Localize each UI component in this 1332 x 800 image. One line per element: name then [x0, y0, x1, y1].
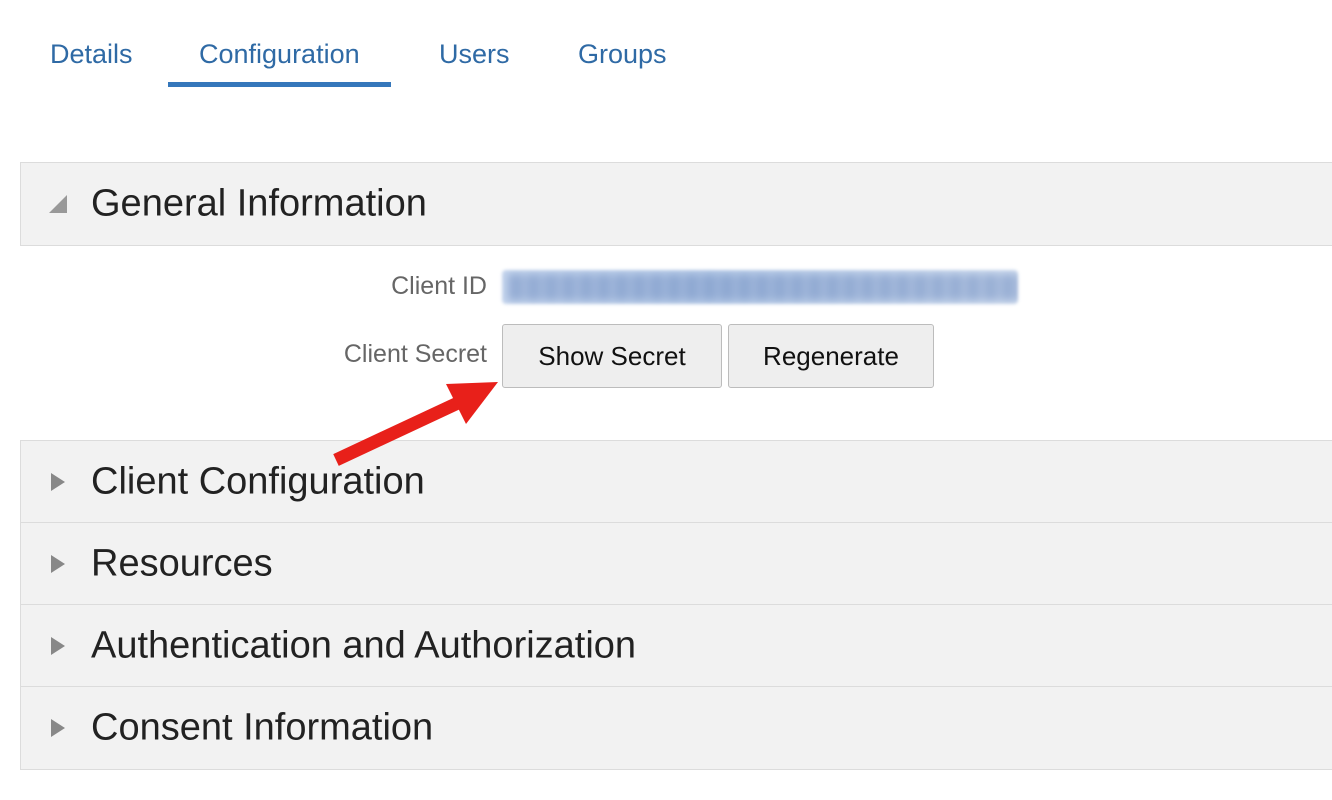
tab-configuration[interactable]: Configuration	[168, 36, 391, 90]
caret-right-icon[interactable]	[47, 715, 67, 741]
section-title: Client Configuration	[91, 460, 425, 503]
application-configuration-page: Details Configuration Users Groups Gener…	[0, 0, 1332, 800]
regenerate-button[interactable]: Regenerate	[728, 324, 934, 388]
caret-right-icon[interactable]	[47, 469, 67, 495]
section-title: Resources	[91, 542, 273, 585]
section-client-configuration[interactable]: Client Configuration	[20, 440, 1332, 524]
section-general-information[interactable]: General Information	[20, 162, 1332, 246]
section-title: Consent Information	[91, 706, 434, 749]
tab-details[interactable]: Details	[50, 36, 133, 90]
tab-users[interactable]: Users	[439, 36, 510, 90]
section-title: General Information	[91, 182, 427, 225]
tab-bar: Details Configuration Users Groups	[0, 0, 1332, 92]
section-title: Authentication and Authorization	[91, 624, 637, 667]
section-consent-information[interactable]: Consent Information	[20, 686, 1332, 770]
client-id-blurred-text: ████████████████████████████████	[508, 274, 1018, 299]
client-id-label: Client ID	[391, 272, 487, 300]
caret-right-icon[interactable]	[47, 633, 67, 659]
show-secret-button[interactable]: Show Secret	[502, 324, 722, 388]
caret-right-icon[interactable]	[47, 551, 67, 577]
tab-groups[interactable]: Groups	[578, 36, 667, 90]
section-authentication-and-authorization[interactable]: Authentication and Authorization	[20, 604, 1332, 688]
caret-down-icon[interactable]	[47, 191, 67, 217]
section-resources[interactable]: Resources	[20, 522, 1332, 606]
client-id-value-redacted: ████████████████████████████████	[502, 270, 1018, 304]
client-secret-label: Client Secret	[343, 340, 487, 368]
